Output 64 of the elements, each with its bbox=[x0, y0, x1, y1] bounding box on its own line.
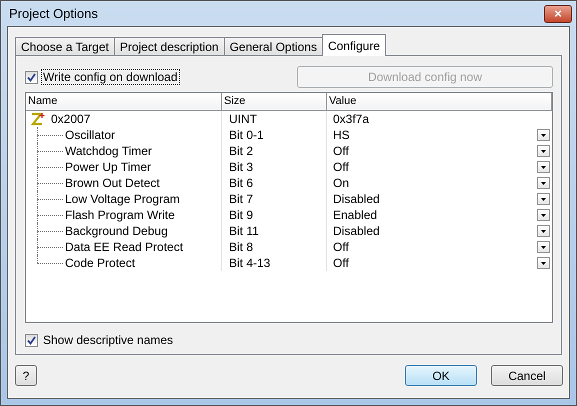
table-cell[interactable]: Disabled bbox=[333, 192, 380, 206]
table-cell: Bit 6 bbox=[229, 176, 254, 190]
checkbox[interactable] bbox=[25, 70, 38, 84]
tree-item[interactable]: Power Up Timer bbox=[65, 160, 152, 174]
table-cell: Bit 0-1 bbox=[229, 128, 264, 142]
dialog-button[interactable]: OK bbox=[405, 365, 477, 386]
tab[interactable]: General Options bbox=[224, 37, 323, 56]
table-cell[interactable]: Off bbox=[333, 240, 349, 254]
table-cell[interactable]: Off bbox=[333, 256, 349, 270]
table-cell[interactable]: Off bbox=[333, 144, 349, 158]
table-cell: Bit 2 bbox=[229, 144, 254, 158]
tab[interactable]: Configure bbox=[322, 34, 386, 56]
tree-item[interactable]: Code Protect bbox=[65, 256, 136, 270]
table-cell[interactable]: Enabled bbox=[333, 208, 378, 222]
table-cell[interactable]: Off bbox=[333, 160, 349, 174]
caret-icon bbox=[541, 246, 546, 248]
tree-item[interactable]: Flash Program Write bbox=[65, 208, 175, 222]
dropdown-button[interactable] bbox=[537, 209, 550, 221]
tree-item[interactable]: Oscillator bbox=[65, 128, 116, 142]
table-cell: Bit 4-13 bbox=[229, 256, 270, 270]
tree-item[interactable]: Data EE Read Protect bbox=[65, 240, 184, 254]
table-cell: Bit 7 bbox=[229, 192, 254, 206]
caret-icon bbox=[541, 230, 546, 232]
table-cell: Bit 9 bbox=[229, 208, 254, 222]
table-cell[interactable]: HS bbox=[333, 128, 350, 142]
tree-item[interactable]: Low Voltage Program bbox=[65, 192, 180, 206]
checkbox[interactable] bbox=[25, 334, 38, 346]
dialog-button[interactable]: Cancel bbox=[491, 365, 563, 386]
tab[interactable]: Choose a Target bbox=[15, 37, 115, 56]
dropdown-button[interactable] bbox=[537, 161, 550, 173]
column-header[interactable]: Name bbox=[26, 93, 222, 110]
table-cell: Bit 3 bbox=[229, 160, 254, 174]
tree-item[interactable]: 0x2007 bbox=[51, 112, 90, 126]
caret-icon bbox=[541, 262, 546, 264]
tree-item[interactable]: Watchdog Timer bbox=[65, 144, 152, 158]
register-icon bbox=[31, 112, 47, 126]
table-cell: Bit 11 bbox=[229, 224, 259, 238]
caret-icon bbox=[541, 214, 546, 216]
caret-icon bbox=[541, 134, 546, 136]
table-cell[interactable]: On bbox=[333, 176, 350, 190]
table-cell: 0x3f7a bbox=[333, 112, 370, 126]
caret-icon bbox=[541, 198, 546, 200]
dropdown-button[interactable] bbox=[537, 145, 550, 157]
column-header[interactable]: Size bbox=[222, 93, 327, 110]
caret-icon bbox=[541, 182, 546, 184]
tab[interactable]: Project description bbox=[114, 37, 225, 56]
window-title: Project Options bbox=[8, 6, 98, 21]
checkbox-label[interactable]: Write config on download bbox=[41, 69, 180, 85]
tree-item[interactable]: Background Debug bbox=[65, 224, 168, 238]
column-header[interactable]: Value bbox=[327, 93, 552, 110]
dropdown-button[interactable] bbox=[537, 241, 550, 253]
dropdown-button[interactable] bbox=[537, 129, 550, 141]
caret-icon bbox=[541, 150, 546, 152]
checkbox-label[interactable]: Show descriptive names bbox=[41, 332, 176, 348]
table-cell: Bit 8 bbox=[229, 240, 254, 254]
table-cell: UINT bbox=[229, 112, 257, 126]
dropdown-button[interactable] bbox=[537, 225, 550, 237]
dropdown-button[interactable] bbox=[537, 257, 550, 269]
dropdown-button[interactable] bbox=[537, 193, 550, 205]
dropdown-button[interactable] bbox=[537, 177, 550, 189]
table-cell[interactable]: Disabled bbox=[333, 224, 380, 238]
caret-icon bbox=[541, 166, 546, 168]
help-button[interactable]: ? bbox=[15, 365, 37, 386]
tree-item[interactable]: Brown Out Detect bbox=[65, 176, 160, 190]
